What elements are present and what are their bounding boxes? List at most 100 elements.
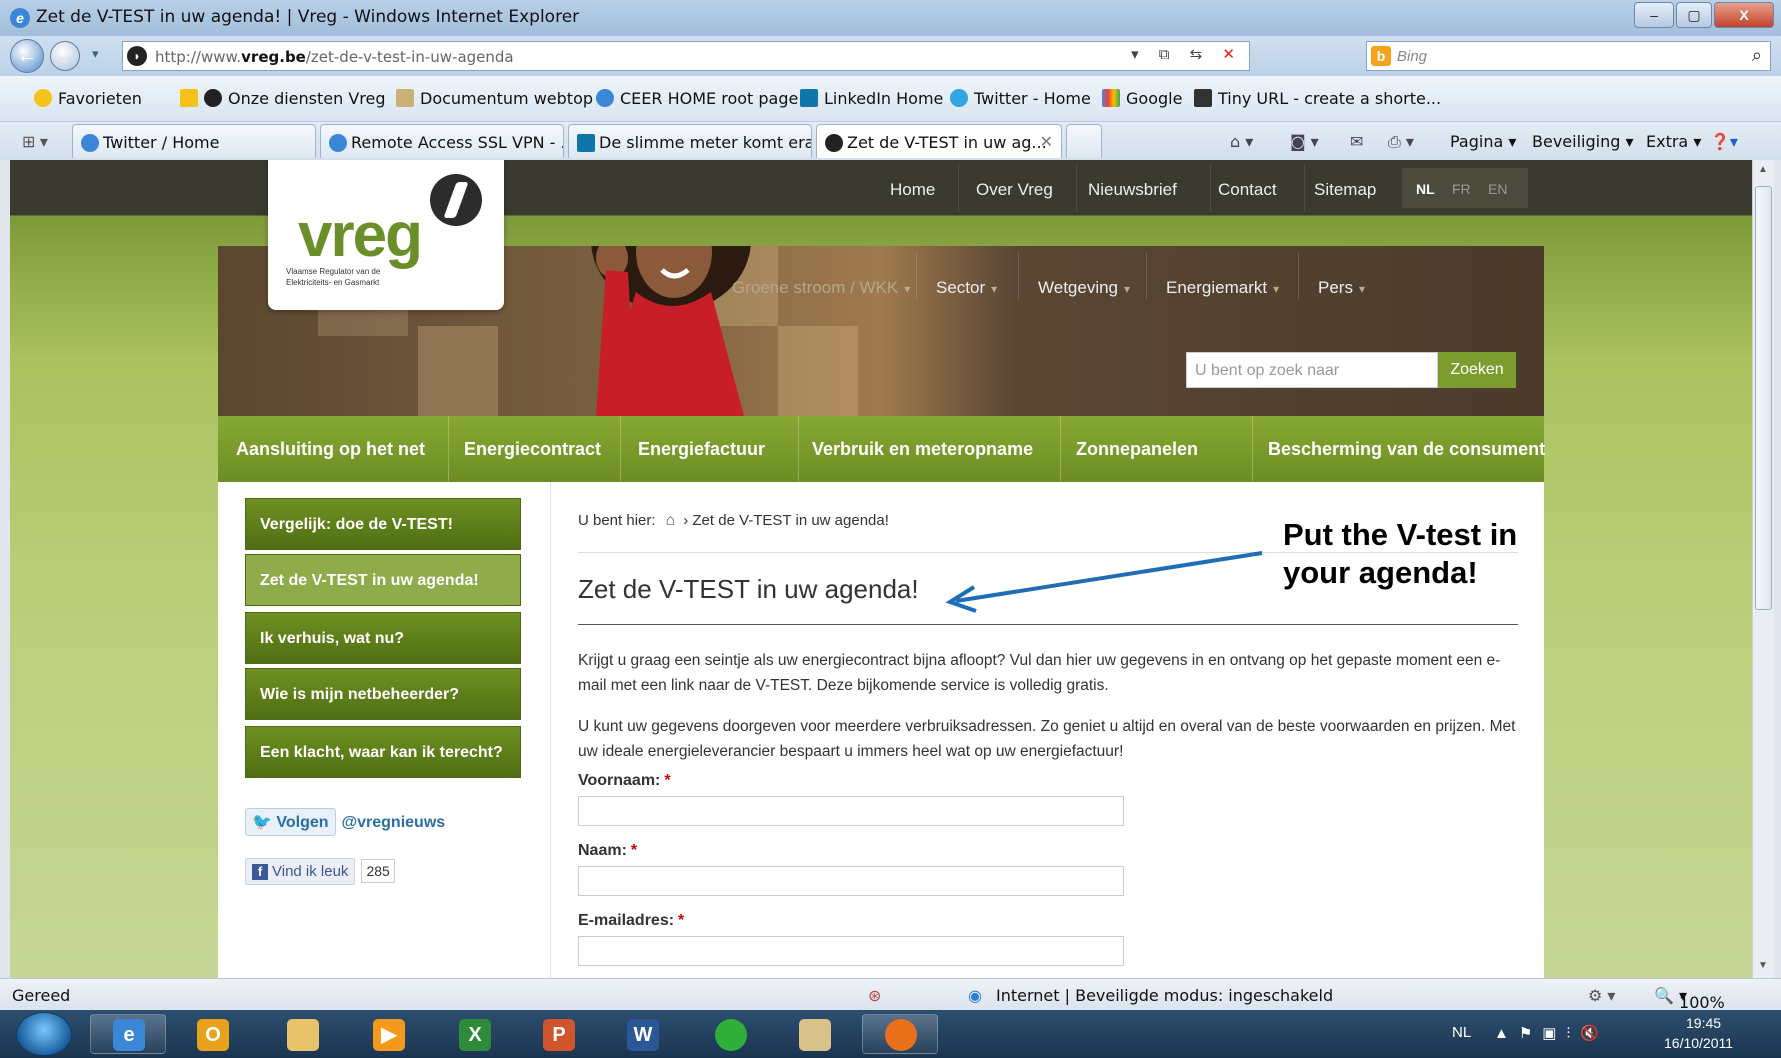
taskbar-firefox[interactable] xyxy=(862,1014,938,1054)
taskbar-word[interactable]: W xyxy=(604,1014,680,1054)
catnav-energiefactuur[interactable]: Energiefactuur xyxy=(638,439,765,460)
sidebar-item-klacht[interactable]: Een klacht, waar kan ik terecht? xyxy=(245,726,521,778)
help-icon[interactable]: ❓▾ xyxy=(1710,132,1738,151)
scroll-thumb[interactable] xyxy=(1755,186,1772,610)
catnav-aansluiting[interactable]: Aansluiting op het net xyxy=(236,439,425,460)
vreg-flame-icon xyxy=(430,174,482,226)
page-menu[interactable]: Pagina ▾ xyxy=(1450,132,1516,151)
facebook-like-button[interactable]: Vind ik leuk xyxy=(245,858,356,885)
topnav-home[interactable]: Home xyxy=(890,180,935,200)
taskbar-app[interactable] xyxy=(692,1014,768,1054)
tab-remote-access[interactable]: Remote Access SSL VPN - ... xyxy=(320,124,564,158)
search-input[interactable]: b Bing ⌕ xyxy=(1366,41,1771,71)
email-field[interactable] xyxy=(578,936,1124,966)
taskbar-ie[interactable]: e xyxy=(90,1014,166,1054)
mail-icon[interactable]: ✉ xyxy=(1350,132,1363,151)
linkedin-tab-icon xyxy=(577,134,595,152)
word-icon: W xyxy=(627,1019,659,1051)
clock-time[interactable]: 19:45 xyxy=(1686,1015,1721,1031)
fav-item-linkedin[interactable]: LinkedIn Home xyxy=(800,89,943,108)
catnav-bescherming[interactable]: Bescherming van de consument xyxy=(1268,439,1545,460)
mainnav-pers[interactable]: Pers ▾ xyxy=(1318,278,1365,298)
clock-date[interactable]: 16/10/2011 xyxy=(1664,1035,1733,1051)
tray-icons[interactable]: ▲⚑▣⫶🔇 xyxy=(1494,1024,1609,1042)
taskbar-notes[interactable] xyxy=(776,1014,852,1054)
lang-fr[interactable]: FR xyxy=(1452,181,1471,197)
firstname-field[interactable] xyxy=(578,796,1124,826)
print-icon[interactable]: ⎙ ▾ xyxy=(1388,132,1414,152)
language-indicator[interactable]: NL xyxy=(1452,1024,1471,1041)
vreg-logo[interactable]: vreg Vlaamse Regulator van de Elektricit… xyxy=(268,160,504,310)
topnav-contact[interactable]: Contact xyxy=(1218,180,1277,200)
ie-icon: e xyxy=(113,1019,145,1051)
extra-menu[interactable]: Extra ▾ xyxy=(1646,132,1701,151)
start-button[interactable] xyxy=(16,1012,72,1056)
fav-item-ceer[interactable]: CEER HOME root page xyxy=(596,89,798,108)
lastname-field[interactable] xyxy=(578,866,1124,896)
lang-nl[interactable]: NL xyxy=(1416,181,1435,197)
topnav-over-vreg[interactable]: Over Vreg xyxy=(976,180,1053,200)
favorites-button[interactable]: Favorieten xyxy=(34,89,142,108)
taskbar-powerpoint[interactable]: P xyxy=(520,1014,596,1054)
facebook-like[interactable]: Vind ik leuk285 xyxy=(245,858,395,885)
url-actions[interactable]: ▾ ⧉ ⇆ ✕ xyxy=(1131,45,1243,63)
home-icon[interactable]: ⌂ xyxy=(666,512,676,530)
forward-button[interactable]: → xyxy=(50,41,80,71)
feeds-icon[interactable]: ◙ ▾ xyxy=(1290,132,1319,151)
search-icon[interactable]: ⌕ xyxy=(1752,45,1762,66)
vertical-scrollbar[interactable]: ▲ ▼ xyxy=(1752,160,1774,978)
sidebar-item-netbeheerder[interactable]: Wie is mijn netbeheerder? xyxy=(245,668,521,720)
catnav-zonnepanelen[interactable]: Zonnepanelen xyxy=(1076,439,1198,460)
twitter-handle[interactable]: @vregnieuws xyxy=(342,814,446,831)
site-search-input[interactable]: U bent op zoek naar xyxy=(1186,352,1438,388)
fav-item-documentum[interactable]: Documentum webtop xyxy=(396,89,593,108)
fav-item-twitter[interactable]: Twitter - Home xyxy=(950,89,1091,108)
sidebar-item-vergelijk[interactable]: Vergelijk: doe de V-TEST! xyxy=(245,498,521,550)
mainnav-energiemarkt[interactable]: Energiemarkt ▾ xyxy=(1166,278,1279,298)
page-icon xyxy=(396,89,414,107)
tab-v-test[interactable]: Zet de V-TEST in uw ag... ✕ xyxy=(816,124,1062,158)
linkedin-icon xyxy=(800,89,818,107)
taskbar-explorer[interactable] xyxy=(264,1014,340,1054)
firefox-icon xyxy=(885,1019,917,1051)
sidebar-item-verhuis[interactable]: Ik verhuis, wat nu? xyxy=(245,612,521,664)
taskbar-outlook[interactable]: O xyxy=(174,1014,250,1054)
zoom-level[interactable]: 🔍 100% ▾ xyxy=(1654,986,1725,1012)
new-tab-button[interactable] xyxy=(1066,124,1102,158)
back-button[interactable]: ← xyxy=(10,39,44,73)
topnav-sitemap[interactable]: Sitemap xyxy=(1314,180,1376,200)
catnav-verbruik[interactable]: Verbruik en meteropname xyxy=(812,439,1033,460)
privacy-icon[interactable]: ⊛ xyxy=(868,986,881,1005)
fav-item-google[interactable]: Google xyxy=(1102,89,1182,108)
tab-twitter[interactable]: Twitter / Home xyxy=(72,124,316,158)
banner-tile xyxy=(778,326,858,416)
scroll-down-icon[interactable]: ▼ xyxy=(1758,960,1768,971)
taskbar: e O ▶ X P W NL ▲⚑▣⫶🔇 19:45 16/10/2011 xyxy=(0,1010,1781,1058)
catnav-energiecontract[interactable]: Energiecontract xyxy=(464,439,601,460)
mainnav-groene-stroom[interactable]: Groene stroom / WKK ▾ xyxy=(732,278,910,298)
minimize-button[interactable]: – xyxy=(1634,2,1674,28)
lang-en[interactable]: EN xyxy=(1488,181,1507,197)
security-menu[interactable]: Beveiliging ▾ xyxy=(1532,132,1633,151)
history-dropdown-icon[interactable]: ▾ xyxy=(92,46,99,62)
quick-tabs-icon[interactable]: ⊞ ▾ xyxy=(22,132,48,152)
close-button[interactable]: X xyxy=(1714,2,1774,28)
home-icon[interactable]: ⌂ ▾ xyxy=(1230,132,1253,151)
protected-mode-icon[interactable]: ⚙ ▾ xyxy=(1588,986,1615,1005)
twitter-follow-button[interactable]: 🐦 Volgen xyxy=(245,808,336,836)
maximize-button[interactable]: ▢ xyxy=(1676,2,1712,28)
fav-item-tinyurl[interactable]: Tiny URL - create a shorte... xyxy=(1194,89,1441,108)
taskbar-media[interactable]: ▶ xyxy=(350,1014,426,1054)
topnav-nieuwsbrief[interactable]: Nieuwsbrief xyxy=(1088,180,1177,200)
search-button[interactable]: Zoeken xyxy=(1438,352,1516,388)
close-tab-icon[interactable]: ✕ xyxy=(1040,132,1053,151)
url-input[interactable]: ◗ http://www.vreg.be/zet-de-v-test-in-uw… xyxy=(122,41,1250,71)
sidebar-item-agenda[interactable]: Zet de V-TEST in uw agenda! xyxy=(245,554,521,606)
fav-item-vreg[interactable]: Onze diensten Vreg xyxy=(180,89,386,108)
mainnav-sector[interactable]: Sector ▾ xyxy=(936,278,997,298)
mainnav-wetgeving[interactable]: Wetgeving ▾ xyxy=(1038,278,1130,298)
scroll-up-icon[interactable]: ▲ xyxy=(1758,164,1768,175)
taskbar-excel[interactable]: X xyxy=(436,1014,512,1054)
twitter-follow[interactable]: 🐦 Volgen @vregnieuws xyxy=(245,808,445,836)
tab-slimme-meter[interactable]: De slimme meter komt era... xyxy=(568,124,812,158)
